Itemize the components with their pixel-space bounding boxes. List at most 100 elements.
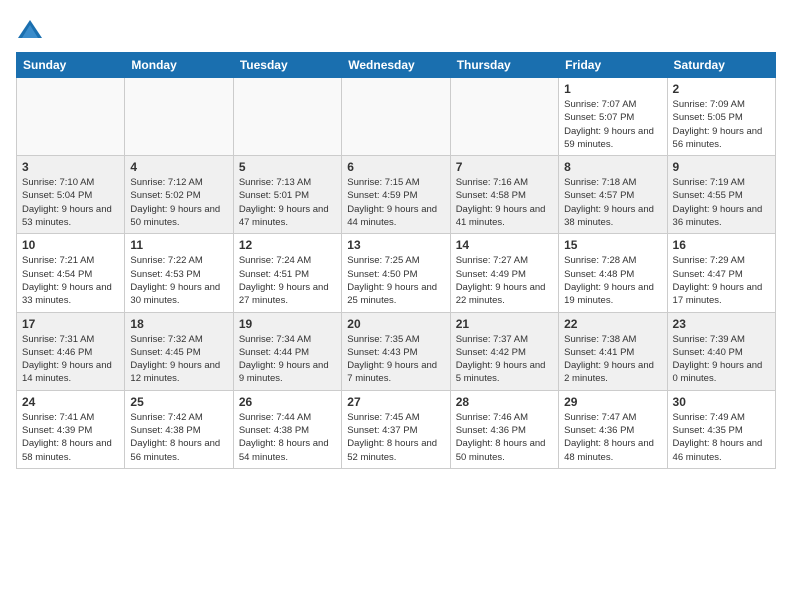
calendar-header-saturday: Saturday [667,53,775,78]
day-info: Sunrise: 7:31 AM Sunset: 4:46 PM Dayligh… [22,333,119,386]
day-number: 5 [239,160,336,174]
day-info: Sunrise: 7:22 AM Sunset: 4:53 PM Dayligh… [130,254,227,307]
day-number: 25 [130,395,227,409]
calendar-header-tuesday: Tuesday [233,53,341,78]
calendar-cell: 15 Sunrise: 7:28 AM Sunset: 4:48 PM Dayli… [559,234,667,312]
calendar-week-row: 24 Sunrise: 7:41 AM Sunset: 4:39 PM Dayli… [17,390,776,468]
calendar-table: SundayMondayTuesdayWednesdayThursdayFrid… [16,52,776,469]
day-number: 28 [456,395,553,409]
day-info: Sunrise: 7:37 AM Sunset: 4:42 PM Dayligh… [456,333,553,386]
day-number: 20 [347,317,444,331]
day-number: 7 [456,160,553,174]
day-info: Sunrise: 7:09 AM Sunset: 5:05 PM Dayligh… [673,98,770,151]
calendar-week-row: 3 Sunrise: 7:10 AM Sunset: 5:04 PM Daylig… [17,156,776,234]
day-number: 11 [130,238,227,252]
day-info: Sunrise: 7:32 AM Sunset: 4:45 PM Dayligh… [130,333,227,386]
calendar-cell: 28 Sunrise: 7:46 AM Sunset: 4:36 PM Dayli… [450,390,558,468]
day-number: 29 [564,395,661,409]
calendar-cell: 5 Sunrise: 7:13 AM Sunset: 5:01 PM Daylig… [233,156,341,234]
day-info: Sunrise: 7:07 AM Sunset: 5:07 PM Dayligh… [564,98,661,151]
calendar-cell: 1 Sunrise: 7:07 AM Sunset: 5:07 PM Daylig… [559,78,667,156]
day-number: 10 [22,238,119,252]
calendar-cell: 26 Sunrise: 7:44 AM Sunset: 4:38 PM Dayli… [233,390,341,468]
day-info: Sunrise: 7:46 AM Sunset: 4:36 PM Dayligh… [456,411,553,464]
day-info: Sunrise: 7:21 AM Sunset: 4:54 PM Dayligh… [22,254,119,307]
calendar-cell: 22 Sunrise: 7:38 AM Sunset: 4:41 PM Dayli… [559,312,667,390]
calendar-week-row: 17 Sunrise: 7:31 AM Sunset: 4:46 PM Dayli… [17,312,776,390]
day-number: 13 [347,238,444,252]
calendar-cell: 24 Sunrise: 7:41 AM Sunset: 4:39 PM Dayli… [17,390,125,468]
day-info: Sunrise: 7:16 AM Sunset: 4:58 PM Dayligh… [456,176,553,229]
calendar-cell: 30 Sunrise: 7:49 AM Sunset: 4:35 PM Dayli… [667,390,775,468]
calendar-cell: 23 Sunrise: 7:39 AM Sunset: 4:40 PM Dayli… [667,312,775,390]
day-info: Sunrise: 7:42 AM Sunset: 4:38 PM Dayligh… [130,411,227,464]
calendar-header-thursday: Thursday [450,53,558,78]
day-info: Sunrise: 7:19 AM Sunset: 4:55 PM Dayligh… [673,176,770,229]
day-number: 17 [22,317,119,331]
day-number: 24 [22,395,119,409]
day-number: 22 [564,317,661,331]
calendar-cell: 29 Sunrise: 7:47 AM Sunset: 4:36 PM Dayli… [559,390,667,468]
calendar-week-row: 10 Sunrise: 7:21 AM Sunset: 4:54 PM Dayli… [17,234,776,312]
day-number: 1 [564,82,661,96]
calendar-cell [450,78,558,156]
calendar-cell: 27 Sunrise: 7:45 AM Sunset: 4:37 PM Dayli… [342,390,450,468]
calendar-header-wednesday: Wednesday [342,53,450,78]
day-number: 2 [673,82,770,96]
day-info: Sunrise: 7:29 AM Sunset: 4:47 PM Dayligh… [673,254,770,307]
logo [16,16,48,44]
calendar-cell: 17 Sunrise: 7:31 AM Sunset: 4:46 PM Dayli… [17,312,125,390]
calendar-cell [17,78,125,156]
calendar-cell: 4 Sunrise: 7:12 AM Sunset: 5:02 PM Daylig… [125,156,233,234]
calendar-cell: 16 Sunrise: 7:29 AM Sunset: 4:47 PM Dayli… [667,234,775,312]
calendar-cell: 21 Sunrise: 7:37 AM Sunset: 4:42 PM Dayli… [450,312,558,390]
day-number: 15 [564,238,661,252]
day-number: 18 [130,317,227,331]
day-number: 3 [22,160,119,174]
calendar-cell: 7 Sunrise: 7:16 AM Sunset: 4:58 PM Daylig… [450,156,558,234]
day-info: Sunrise: 7:47 AM Sunset: 4:36 PM Dayligh… [564,411,661,464]
calendar-cell: 6Sunrise: 7:15 AM Sunset: 4:59 PM Daylig… [342,156,450,234]
calendar-cell: 10 Sunrise: 7:21 AM Sunset: 4:54 PM Dayli… [17,234,125,312]
day-info: Sunrise: 7:13 AM Sunset: 5:01 PM Dayligh… [239,176,336,229]
calendar-cell: 18 Sunrise: 7:32 AM Sunset: 4:45 PM Dayli… [125,312,233,390]
calendar-header-monday: Monday [125,53,233,78]
day-number: 6 [347,160,444,174]
logo-icon [16,16,44,44]
calendar-header-row: SundayMondayTuesdayWednesdayThursdayFrid… [17,53,776,78]
day-info: Sunrise: 7:12 AM Sunset: 5:02 PM Dayligh… [130,176,227,229]
day-info: Sunrise: 7:10 AM Sunset: 5:04 PM Dayligh… [22,176,119,229]
day-info: Sunrise: 7:38 AM Sunset: 4:41 PM Dayligh… [564,333,661,386]
day-number: 9 [673,160,770,174]
day-info: Sunrise: 7:41 AM Sunset: 4:39 PM Dayligh… [22,411,119,464]
calendar-cell: 14Sunrise: 7:27 AM Sunset: 4:49 PM Dayli… [450,234,558,312]
day-info: Sunrise: 7:39 AM Sunset: 4:40 PM Dayligh… [673,333,770,386]
day-number: 21 [456,317,553,331]
calendar-cell [233,78,341,156]
day-info: Sunrise: 7:28 AM Sunset: 4:48 PM Dayligh… [564,254,661,307]
day-info: Sunrise: 7:45 AM Sunset: 4:37 PM Dayligh… [347,411,444,464]
calendar-cell: 8Sunrise: 7:18 AM Sunset: 4:57 PM Daylig… [559,156,667,234]
day-info: Sunrise: 7:35 AM Sunset: 4:43 PM Dayligh… [347,333,444,386]
calendar-cell [342,78,450,156]
calendar-cell: 19 Sunrise: 7:34 AM Sunset: 4:44 PM Dayli… [233,312,341,390]
day-number: 27 [347,395,444,409]
day-number: 26 [239,395,336,409]
calendar-cell [125,78,233,156]
calendar-cell: 11 Sunrise: 7:22 AM Sunset: 4:53 PM Dayli… [125,234,233,312]
day-info: Sunrise: 7:49 AM Sunset: 4:35 PM Dayligh… [673,411,770,464]
calendar-cell: 2 Sunrise: 7:09 AM Sunset: 5:05 PM Daylig… [667,78,775,156]
day-info: Sunrise: 7:24 AM Sunset: 4:51 PM Dayligh… [239,254,336,307]
day-number: 23 [673,317,770,331]
day-info: Sunrise: 7:44 AM Sunset: 4:38 PM Dayligh… [239,411,336,464]
calendar-header-friday: Friday [559,53,667,78]
day-number: 4 [130,160,227,174]
day-info: Sunrise: 7:34 AM Sunset: 4:44 PM Dayligh… [239,333,336,386]
calendar-week-row: 1 Sunrise: 7:07 AM Sunset: 5:07 PM Daylig… [17,78,776,156]
day-number: 19 [239,317,336,331]
calendar-cell: 20 Sunrise: 7:35 AM Sunset: 4:43 PM Dayli… [342,312,450,390]
calendar-cell: 12Sunrise: 7:24 AM Sunset: 4:51 PM Dayli… [233,234,341,312]
day-number: 16 [673,238,770,252]
day-number: 30 [673,395,770,409]
calendar-cell: 25 Sunrise: 7:42 AM Sunset: 4:38 PM Dayli… [125,390,233,468]
